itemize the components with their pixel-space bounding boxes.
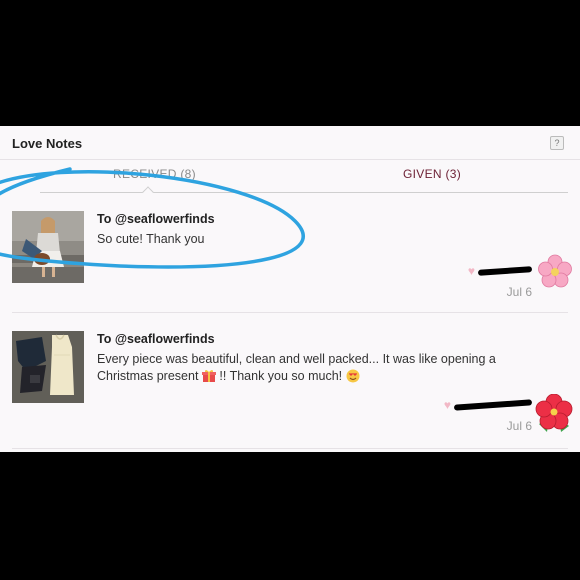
letterbox-bottom [0, 452, 580, 580]
annotation-circle [0, 167, 305, 269]
letterbox-top [0, 0, 580, 126]
love-notes-panel: Love Notes ? RECEIVED (8) GIVEN (3) To @… [0, 126, 580, 452]
